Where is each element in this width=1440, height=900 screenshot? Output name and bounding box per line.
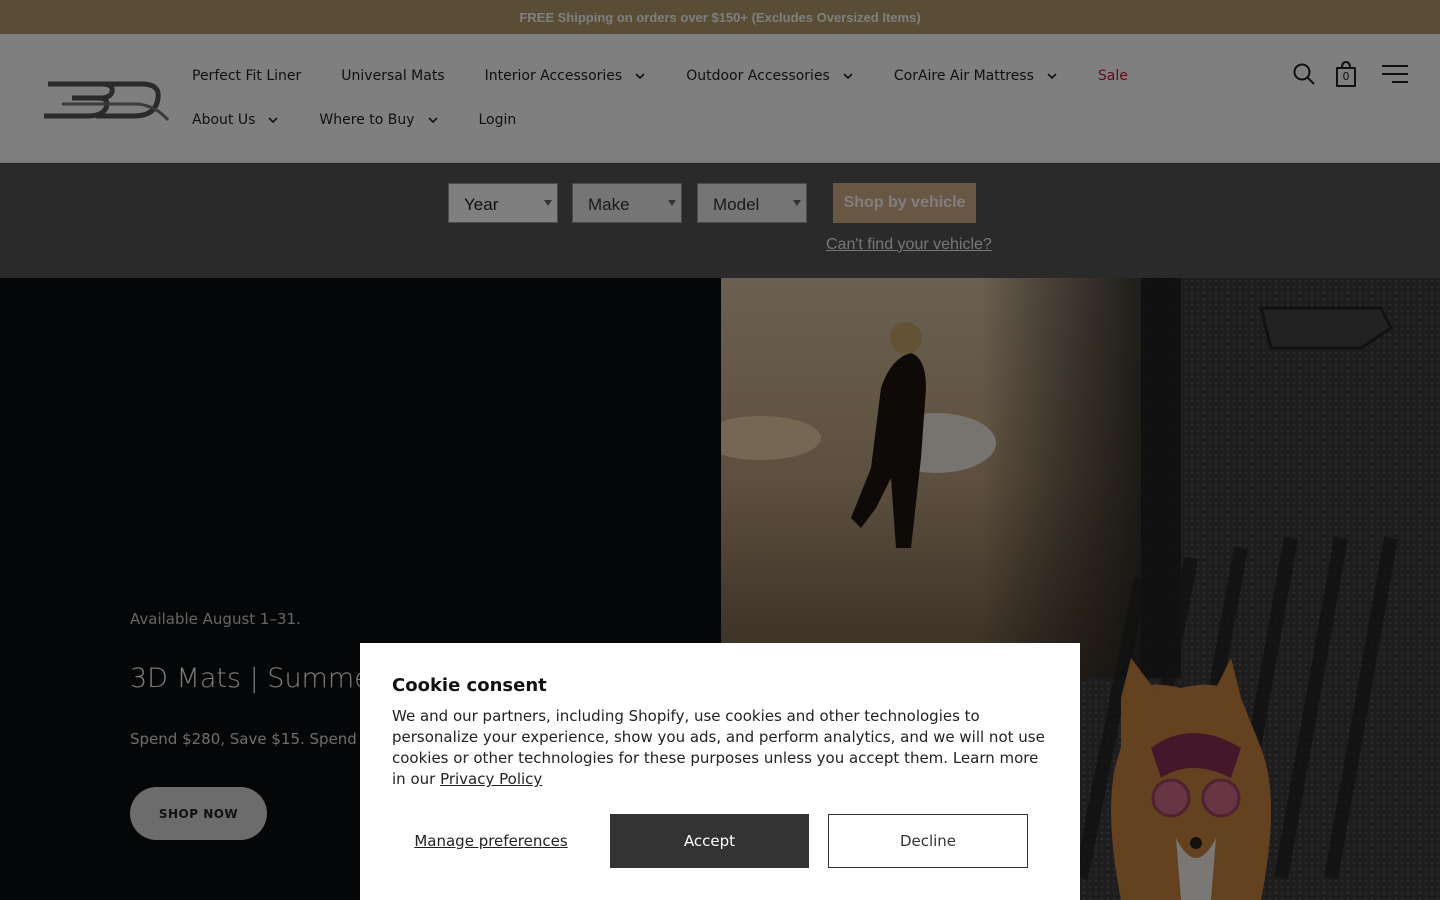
nav-sale[interactable]: Sale — [1098, 64, 1128, 88]
nav-outdoor-accessories[interactable]: Outdoor Accessories — [686, 64, 854, 88]
nav-where-to-buy[interactable]: Where to Buy — [319, 108, 438, 132]
shop-now-button[interactable]: SHOP NOW — [130, 787, 267, 840]
header-icons: 0 — [1274, 60, 1410, 93]
nav-label: Universal Mats — [341, 68, 445, 84]
nav-perfect-fit-liner[interactable]: Perfect Fit Liner — [192, 64, 301, 88]
nav-universal-mats[interactable]: Universal Mats — [341, 64, 444, 88]
menu-icon[interactable] — [1380, 62, 1410, 91]
nav-label: Interior Accessories — [484, 68, 623, 84]
site-header: Perfect Fit Liner Universal Mats Interio… — [0, 34, 1440, 163]
hero-subtitle: Spend $280, Save $15. Spend — [130, 730, 357, 748]
dropdown-arrow-icon — [793, 200, 801, 206]
nav-interior-accessories[interactable]: Interior Accessories — [485, 64, 647, 88]
chevron-down-icon — [843, 73, 853, 80]
announcement-text: FREE Shipping on orders over $150+ (Excl… — [519, 9, 921, 25]
nav-label: CorAire Air Mattress — [893, 68, 1034, 84]
model-select-value: Model — [713, 195, 760, 214]
chevron-down-icon — [268, 117, 278, 124]
nav-label: Sale — [1097, 68, 1128, 84]
cart-count: 0 — [1342, 70, 1350, 83]
model-select[interactable]: Model — [697, 183, 807, 223]
primary-nav-row-1: Perfect Fit Liner Universal Mats Interio… — [192, 64, 1168, 88]
decline-button[interactable]: Decline — [828, 814, 1028, 868]
nav-label: Where to Buy — [319, 112, 415, 128]
nav-coraire-air-mattress[interactable]: CorAire Air Mattress — [894, 64, 1058, 88]
dropdown-arrow-icon — [544, 200, 552, 206]
primary-nav-row-2: About Us Where to Buy Login — [192, 108, 556, 132]
announcement-bar: FREE Shipping on orders over $150+ (Excl… — [0, 0, 1440, 34]
cant-find-vehicle-link[interactable]: Can't find your vehicle? — [826, 236, 992, 254]
privacy-policy-link[interactable]: Privacy Policy — [440, 770, 542, 788]
nav-label: Perfect Fit Liner — [192, 68, 302, 84]
nav-label: Login — [478, 112, 517, 128]
cookie-body: We and our partners, including Shopify, … — [392, 706, 1048, 790]
year-select-value: Year — [464, 195, 499, 214]
nav-about-us[interactable]: About Us — [192, 108, 279, 132]
make-select-value: Make — [588, 195, 630, 214]
accept-button[interactable]: Accept — [610, 814, 809, 868]
shop-by-vehicle-button[interactable]: Shop by vehicle — [833, 183, 976, 223]
chevron-down-icon — [635, 73, 645, 80]
chevron-down-icon — [427, 117, 438, 124]
year-select[interactable]: Year — [448, 183, 558, 223]
cookie-actions: Manage preferences Accept Decline — [392, 814, 1048, 868]
vehicle-selector-bar: Year Make Model Shop by vehicle Can't fi… — [0, 163, 1440, 278]
hero-availability: Available August 1–31. — [130, 610, 301, 628]
manage-preferences-button[interactable]: Manage preferences — [392, 814, 590, 868]
make-select[interactable]: Make — [572, 183, 682, 223]
dropdown-arrow-icon — [668, 200, 676, 206]
search-icon[interactable] — [1292, 62, 1316, 91]
hero-title: 3D Mats | Summer — [130, 663, 382, 694]
nav-label: Outdoor Accessories — [686, 68, 830, 84]
nav-label: About Us — [192, 112, 256, 128]
cookie-title: Cookie consent — [392, 675, 547, 696]
cookie-consent-dialog: Cookie consent We and our partners, incl… — [360, 643, 1080, 900]
chevron-down-icon — [1047, 73, 1057, 80]
nav-login[interactable]: Login — [479, 108, 517, 132]
brand-logo[interactable] — [42, 76, 170, 126]
cart-icon[interactable]: 0 — [1334, 60, 1358, 93]
